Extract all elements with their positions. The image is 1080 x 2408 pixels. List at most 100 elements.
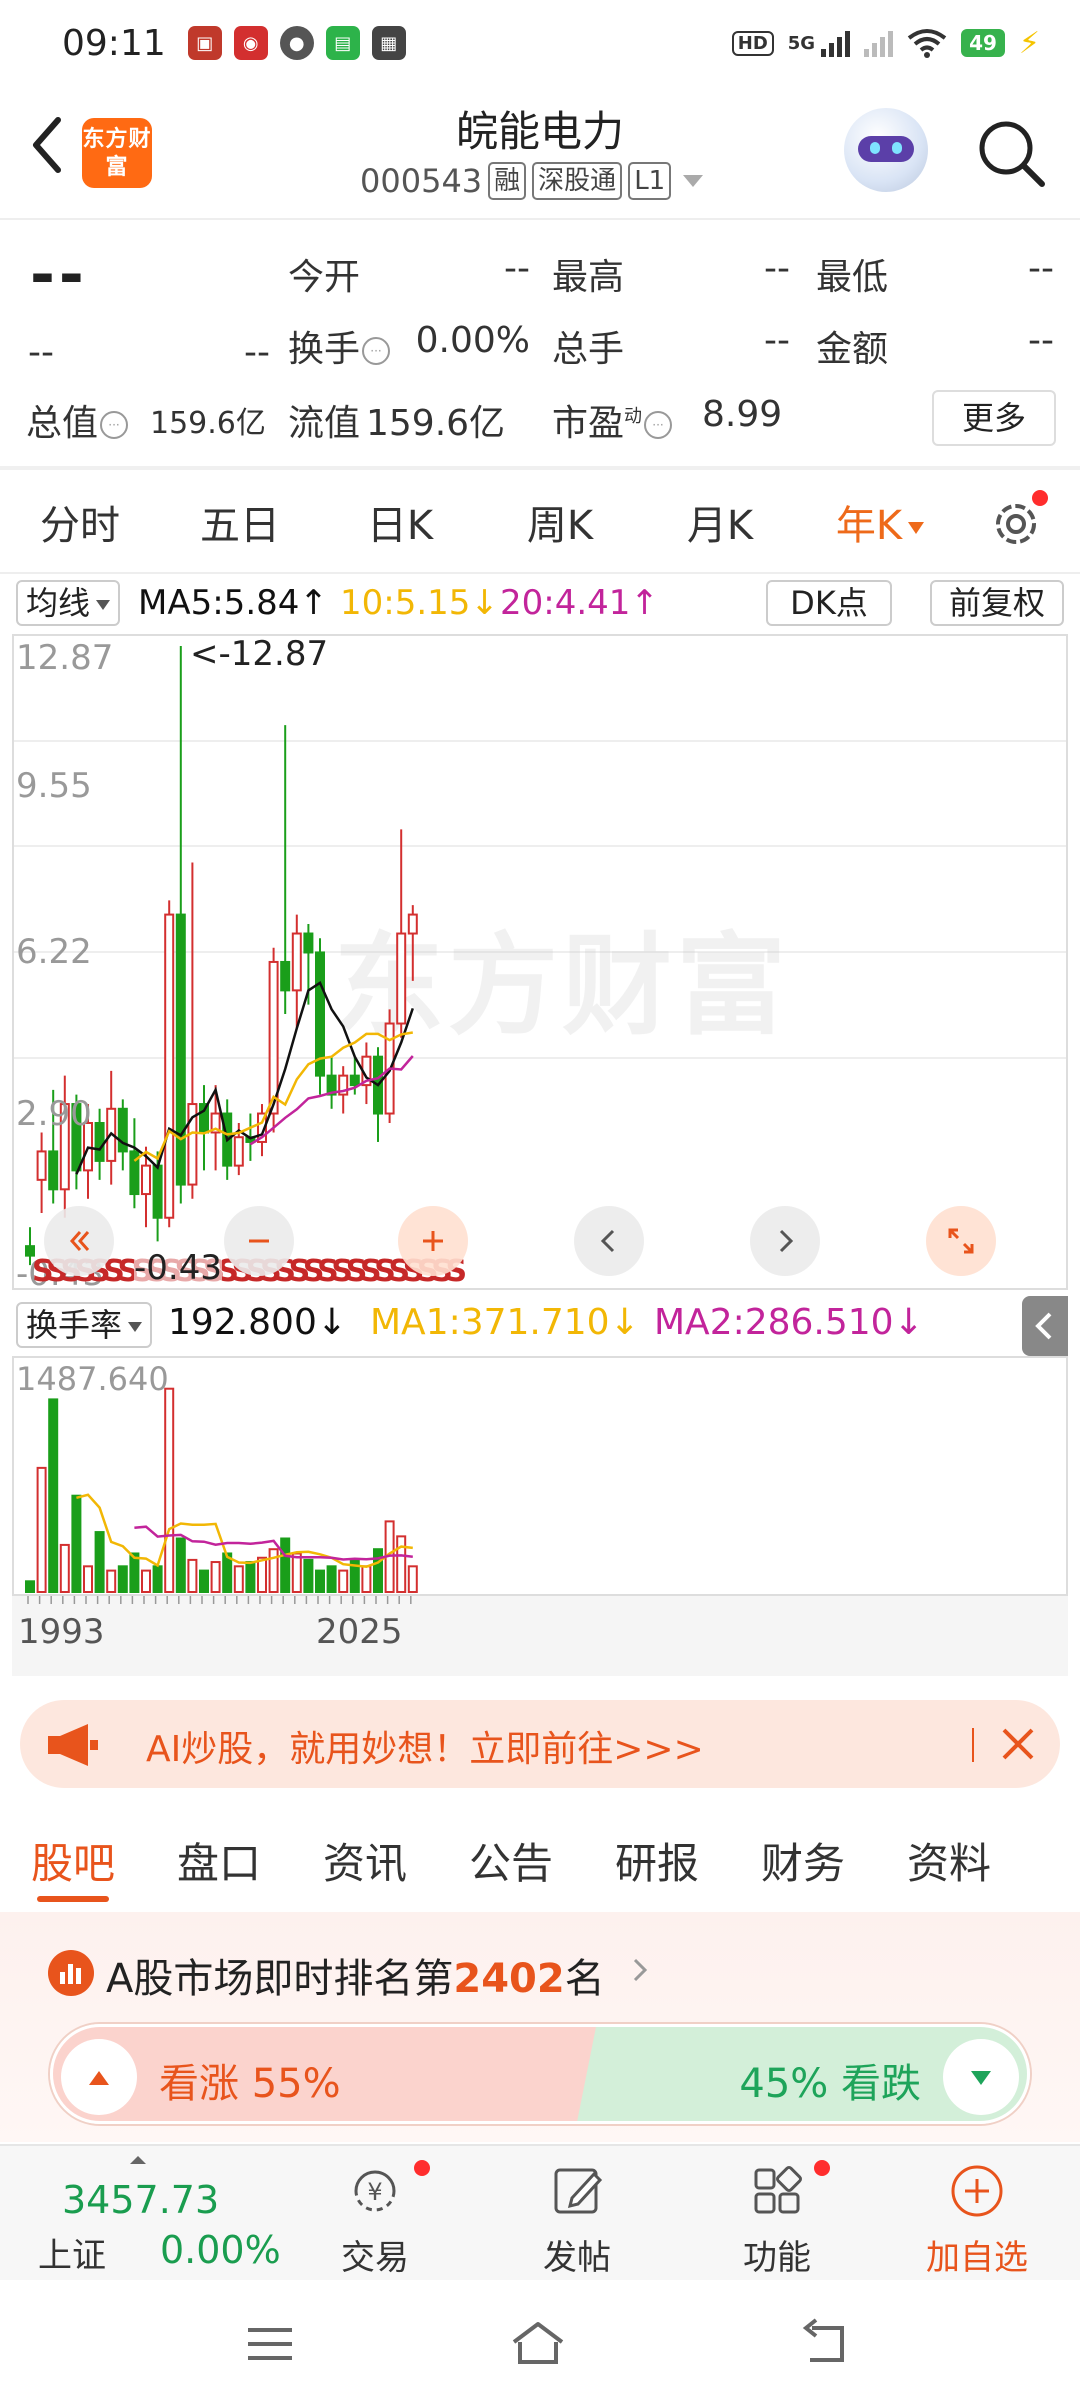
level-badge: L1 xyxy=(628,162,672,200)
tab-news[interactable]: 资讯 xyxy=(292,1808,438,1912)
candle-body xyxy=(48,1150,59,1191)
vote-bull-button[interactable] xyxy=(61,2039,137,2115)
post-button[interactable]: 发帖 xyxy=(512,2160,642,2279)
megaphone-icon xyxy=(48,1724,98,1766)
pe-label: 市盈动 ··· xyxy=(552,394,673,446)
signal-icon xyxy=(821,29,851,57)
candle-body xyxy=(94,1122,105,1162)
turnover-bar xyxy=(291,1552,302,1593)
info-icon[interactable]: ··· xyxy=(644,411,673,439)
tab-forum[interactable]: 股吧 xyxy=(0,1808,146,1912)
tab-weekly-k[interactable]: 周K xyxy=(480,493,640,551)
fullscreen-button[interactable] xyxy=(926,1206,996,1276)
turnover-bar xyxy=(245,1561,256,1593)
functions-button[interactable]: 功能 xyxy=(712,2160,842,2279)
turnover-plot xyxy=(25,1387,418,1594)
ma10-value: 10:5.15↓ xyxy=(340,583,499,623)
tab-yearly-k[interactable]: 年K xyxy=(800,493,960,551)
quote-value-turnover: 0.00% xyxy=(415,320,530,361)
quote-value-low: -- xyxy=(1028,248,1054,289)
turnover-bar xyxy=(407,1565,418,1594)
candle-body xyxy=(303,932,314,954)
tab-monthly-k[interactable]: 月K xyxy=(640,493,800,551)
pe-superscript: 动 xyxy=(624,406,643,427)
robot-eye xyxy=(892,142,902,154)
adjust-button[interactable]: 前复权 xyxy=(930,580,1064,626)
turnover-bar xyxy=(326,1565,337,1594)
ai-assistant-avatar[interactable] xyxy=(844,108,928,192)
tab-profile[interactable]: 资料 xyxy=(876,1808,1022,1912)
index-value[interactable]: 3457.73 xyxy=(62,2178,219,2222)
add-watchlist-button[interactable]: 加自选 xyxy=(912,2160,1042,2279)
more-button[interactable]: 更多 xyxy=(932,390,1056,446)
tab-announcements[interactable]: 公告 xyxy=(438,1808,584,1912)
x-start-label: 1993 xyxy=(18,1612,105,1652)
tab-order-book[interactable]: 盘口 xyxy=(146,1808,292,1912)
turnover-bar xyxy=(129,1552,140,1593)
forum-panel: A股市场即时排名第2402名 看涨 55% 45% 看跌 xyxy=(0,1912,1080,2142)
zoom-in-button[interactable] xyxy=(398,1206,468,1276)
index-change: 0.00% xyxy=(160,2228,281,2272)
move-right-button[interactable] xyxy=(750,1206,820,1276)
x-end-label: 2025 xyxy=(316,1612,403,1652)
quote-label-high: 最高 xyxy=(552,257,625,298)
trade-button[interactable]: ¥ 交易 xyxy=(310,2160,440,2279)
wifi-icon xyxy=(907,29,947,58)
tab-financials[interactable]: 财务 xyxy=(730,1808,876,1912)
info-icon[interactable]: ··· xyxy=(362,337,391,365)
k-line-chart[interactable]: 东方财富 12.87 9.55 6.22 2.90 -0.43 <-12.87 … xyxy=(12,634,1068,1290)
tab-five-day[interactable]: 五日 xyxy=(160,493,320,551)
promo-banner[interactable]: AI炒股，就用妙想！立即前往>>> xyxy=(20,1700,1060,1788)
turnover-select[interactable]: 换手率 xyxy=(16,1302,153,1348)
total-cap-value: 159.6亿 xyxy=(150,406,266,441)
turnover-bar xyxy=(280,1537,291,1593)
bull-label[interactable]: 看涨 55% xyxy=(159,2051,341,2109)
chart-settings[interactable] xyxy=(988,490,1048,552)
float-cap-value: 159.6亿 xyxy=(366,403,506,444)
stock-header: 东方财富 皖能电力 000543 融 深股通 L1 xyxy=(0,90,1080,218)
chevron-right-icon[interactable] xyxy=(630,1956,650,1984)
turnover-bar xyxy=(361,1565,372,1594)
candle-body xyxy=(36,1150,47,1181)
turnover-bar xyxy=(257,1556,267,1593)
margin-badge: 融 xyxy=(488,162,527,200)
promo-text[interactable]: AI炒股，就用妙想！立即前往>>> xyxy=(146,1720,704,1772)
turnover-bar xyxy=(175,1537,186,1593)
minus-icon xyxy=(249,1239,269,1243)
turnover-chart[interactable]: 1487.640 xyxy=(12,1356,1068,1596)
current-price: -- xyxy=(30,240,88,310)
max-price-label: <-12.87 xyxy=(190,634,329,674)
turnover-value: 192.800↓ xyxy=(168,1302,348,1343)
period-tabs: 分时 五日 日K 周K 月K 年K xyxy=(0,470,1080,574)
turnover-bar xyxy=(199,1569,209,1594)
back-nav-icon[interactable] xyxy=(796,2316,856,2372)
notification-dot xyxy=(1032,490,1048,506)
tab-research[interactable]: 研报 xyxy=(584,1808,730,1912)
collapse-button[interactable] xyxy=(1022,1296,1068,1356)
stock-code-row[interactable]: 000543 融 深股通 L1 xyxy=(360,162,704,200)
dk-point-button[interactable]: DK点 xyxy=(766,580,892,626)
bar-chart-icon xyxy=(60,1964,81,1984)
vote-bear-button[interactable] xyxy=(943,2039,1019,2115)
quote-label-turnover: 换手 ··· xyxy=(288,320,391,372)
ma-indicator-row: 均线 MA5:5.84↑ 10:5.15↓ 20:4.41↑ DK点 前复权 xyxy=(0,574,1080,632)
search-icon[interactable] xyxy=(974,116,1048,190)
tab-daily-k[interactable]: 日K xyxy=(320,493,480,551)
move-left-button[interactable] xyxy=(574,1206,644,1276)
info-icon[interactable]: ··· xyxy=(100,411,129,439)
zoom-out-button[interactable] xyxy=(224,1206,294,1276)
turnover-bar xyxy=(94,1531,105,1593)
chevron-up-icon[interactable] xyxy=(130,2156,146,2164)
bear-label[interactable]: 45% 看跌 xyxy=(739,2051,921,2109)
scroll-left-button[interactable] xyxy=(44,1206,114,1276)
tab-intraday[interactable]: 分时 xyxy=(0,493,160,551)
status-time: 09:11 xyxy=(62,22,166,64)
ranking-row[interactable]: A股市场即时排名第2402名 xyxy=(106,1946,605,2004)
ma-select[interactable]: 均线 xyxy=(16,580,121,626)
turnover-bar xyxy=(106,1569,117,1594)
close-icon[interactable] xyxy=(998,1724,1038,1764)
menu-icon[interactable] xyxy=(240,2316,300,2372)
chevron-down-icon[interactable] xyxy=(683,175,704,187)
home-icon[interactable] xyxy=(508,2316,568,2372)
system-nav-bar xyxy=(0,2280,1080,2408)
